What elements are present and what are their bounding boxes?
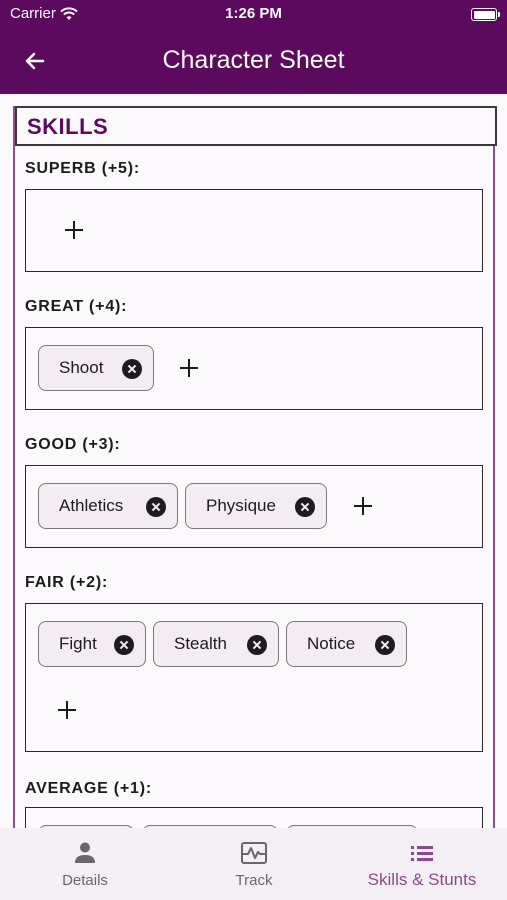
skill-chip-label: Physique [206,496,276,515]
nav-item-skills-stunts[interactable]: Skills & Stunts [352,828,492,900]
remove-skill-icon[interactable] [295,497,315,517]
skills-content[interactable]: SKILLS SUPERB (+5): GREAT (+4): Shoot GO… [0,94,507,828]
add-skill-button[interactable] [52,695,82,725]
section-header: SKILLS [15,106,497,146]
page-title: Character Sheet [162,46,345,74]
skill-chip[interactable]: Notice [286,621,407,667]
tier-label-fair: FAIR (+2): [25,574,109,591]
bottom-navigation: Details Track Skills & Stunts [0,828,507,900]
app-header: Carrier 1:26 PM Character Sheet [0,0,507,94]
add-skill-button[interactable] [174,353,204,383]
section-title: SKILLS [27,114,109,139]
person-icon [75,842,95,863]
tier-label-great: GREAT (+4): [25,298,128,315]
skill-chip[interactable]: Stealth [153,621,279,667]
nav-label: Skills & Stunts [367,870,477,889]
nav-item-track[interactable]: Track [214,828,294,900]
tier-box-good: Athletics Physique [25,465,483,548]
tier-box-average [25,807,483,828]
app-bar: Character Sheet [0,28,507,94]
skill-chip-label: Fight [59,634,97,653]
nav-label: Track [235,872,273,889]
status-bar: Carrier 1:26 PM [0,0,507,28]
remove-skill-icon[interactable] [146,497,166,517]
tier-label-average: AVERAGE (+1): [25,780,153,797]
nav-item-details[interactable]: Details [45,828,125,900]
skill-chip[interactable]: Fight [38,621,146,667]
battery-icon [471,8,500,21]
tier-box-superb [25,189,483,272]
remove-skill-icon[interactable] [247,635,267,655]
skill-chip[interactable]: Physique [185,483,327,529]
add-skill-button[interactable] [59,215,89,245]
status-time: 1:26 PM [225,5,282,22]
skill-chip-label: Notice [307,634,356,653]
remove-skill-icon[interactable] [122,359,142,379]
tier-label-good: GOOD (+3): [25,436,121,453]
skill-chip[interactable]: Shoot [38,345,154,391]
tier-box-great: Shoot [25,327,483,410]
skill-chip-label: Stealth [174,634,227,653]
remove-skill-icon[interactable] [114,635,134,655]
tier-label-superb: SUPERB (+5): [25,160,140,177]
skill-chip[interactable]: Athletics [38,483,178,529]
tier-box-fair: Fight Stealth Notice [25,603,483,752]
add-skill-button[interactable] [348,491,378,521]
list-icon [411,846,433,861]
remove-skill-icon[interactable] [375,635,395,655]
track-icon [241,842,267,864]
skill-chip-label: Athletics [59,496,124,515]
skill-chip-label: Shoot [59,358,104,377]
nav-label: Details [62,872,108,889]
